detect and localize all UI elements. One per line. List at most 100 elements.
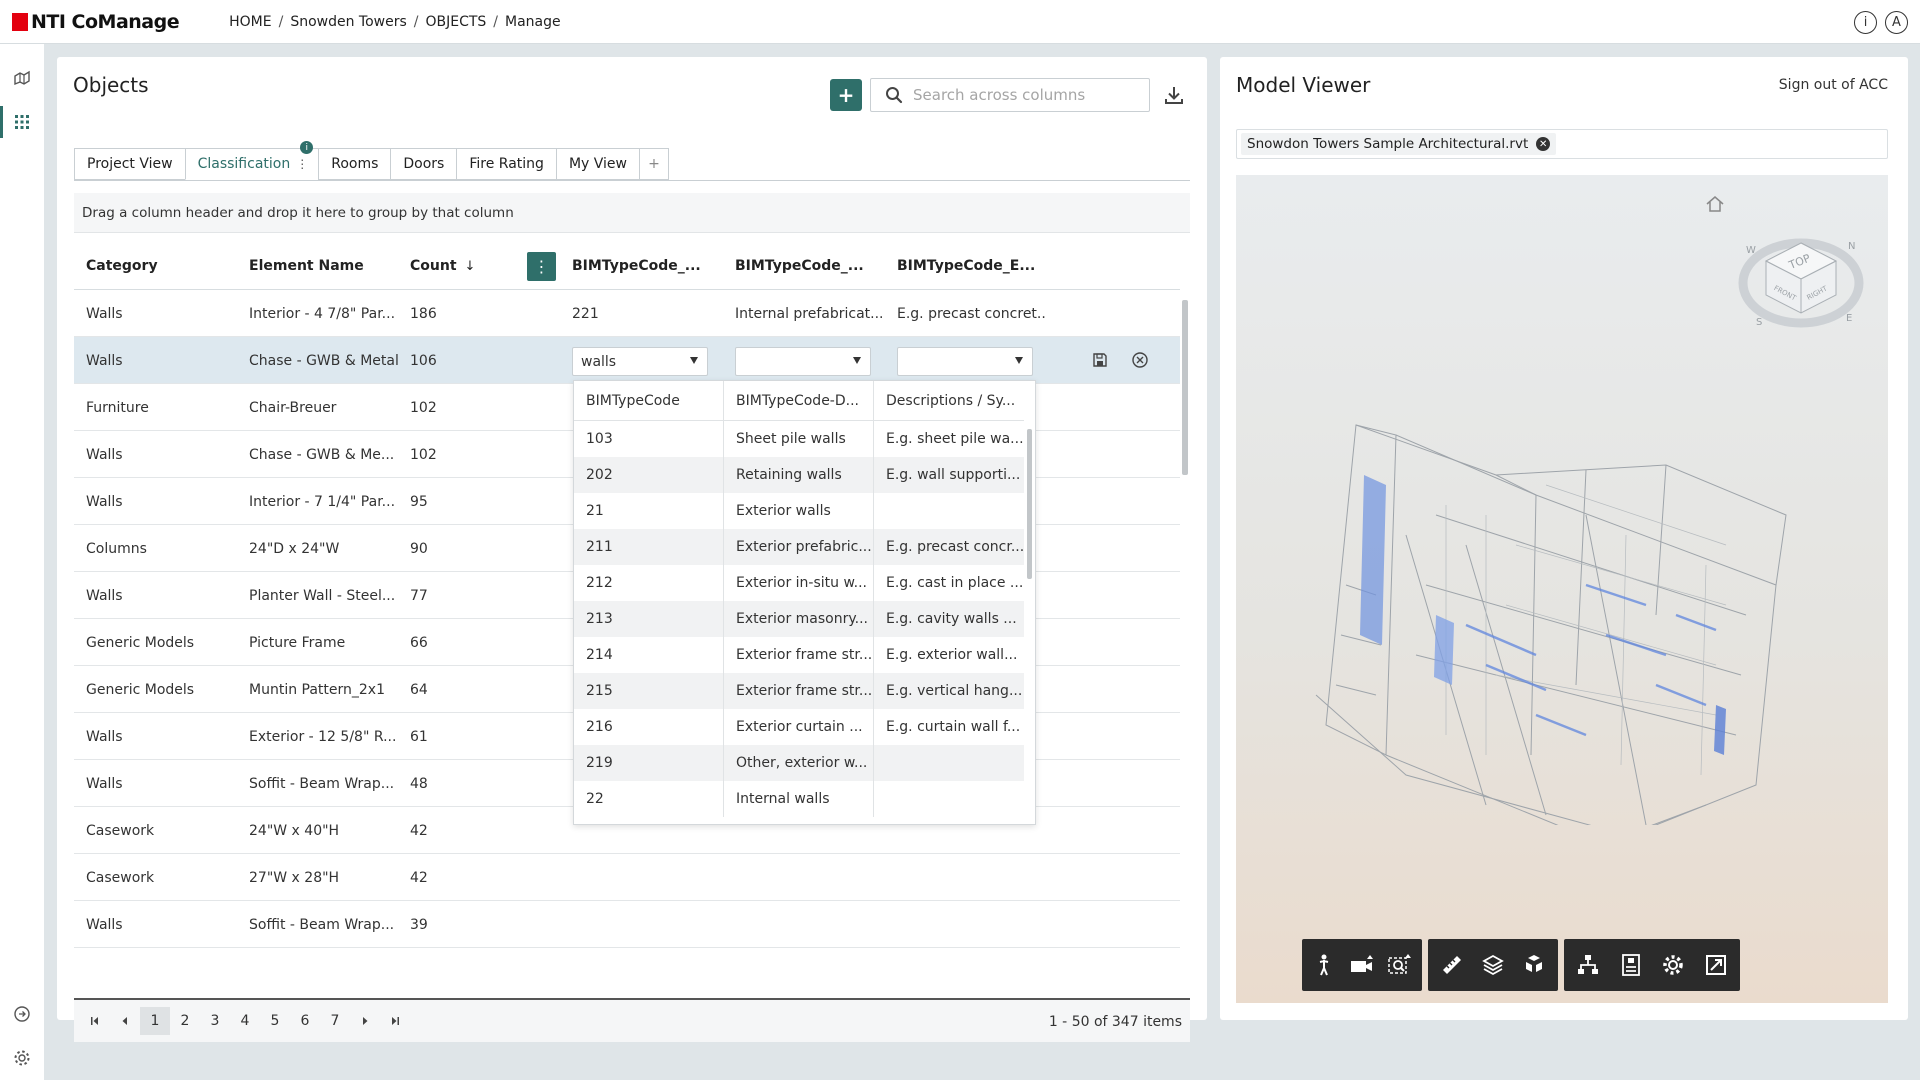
column-header-element-name[interactable]: Element Name	[249, 242, 364, 290]
settings-icon[interactable]	[0, 1038, 44, 1078]
tab-my-view[interactable]: My View	[555, 148, 639, 180]
app-logo[interactable]: NTI CoManage	[12, 11, 180, 33]
scrollbar-thumb[interactable]	[1027, 429, 1032, 579]
home-view-icon[interactable]	[1704, 193, 1726, 219]
dropdown-option-row[interactable]: 215 Exterior frame str... E.g. vertical ha…	[574, 673, 1024, 709]
cell-bimtypecode-description[interactable]: Internal prefabricat...	[735, 290, 885, 337]
column-header-bimtypecode[interactable]: BIMTypeCode_...	[572, 242, 701, 290]
column-header-count[interactable]: Count ↓	[410, 242, 475, 290]
layers-icon[interactable]	[1477, 945, 1508, 985]
toolbar-group-3	[1564, 939, 1740, 991]
dropdown-option-row[interactable]: 214 Exterior frame str... E.g. exterior wa…	[574, 637, 1024, 673]
page-7-button[interactable]: 7	[320, 1007, 350, 1035]
zoom-fit-icon[interactable]	[1386, 945, 1414, 985]
play-circle-icon[interactable]	[0, 994, 44, 1034]
objects-panel: Objects + Project View Classification ⋮ …	[57, 57, 1207, 1042]
table-row[interactable]: Casework 27"W x 28"H 42	[74, 854, 1180, 901]
breadcrumb-objects[interactable]: OBJECTS	[425, 14, 486, 30]
toolbar-group-2	[1428, 939, 1558, 991]
download-icon[interactable]	[1160, 81, 1188, 109]
dropdown-option-row[interactable]: 213 Exterior masonry... E.g. cavity walls …	[574, 601, 1024, 637]
info-icon[interactable]: i	[1854, 11, 1877, 34]
add-tab-button[interactable]: +	[638, 148, 669, 180]
account-icon[interactable]: A	[1885, 11, 1908, 34]
tab-classification[interactable]: Classification ⋮ i	[184, 141, 319, 180]
bimtypecode-combobox[interactable]: walls	[572, 347, 708, 376]
dropdown-option-row[interactable]: 216 Exterior curtain ... E.g. curtain wall…	[574, 709, 1024, 745]
dropdown-option-row[interactable]: 212 Exterior in-situ w... E.g. cast in pla…	[574, 565, 1024, 601]
breadcrumb-project[interactable]: Snowden Towers	[290, 14, 406, 30]
cell-category: Walls	[86, 446, 123, 463]
column-header-category[interactable]: Category	[86, 242, 158, 290]
next-page-icon[interactable]	[350, 1007, 380, 1035]
grid-scrollbar[interactable]	[1181, 290, 1189, 990]
caret-down-icon[interactable]	[1015, 357, 1023, 364]
dropdown-option-row[interactable]: 22 Internal walls	[574, 781, 1024, 817]
search-input[interactable]	[913, 86, 1133, 104]
dropdown-option-row[interactable]: 202 Retaining walls E.g. wall supporti...	[574, 457, 1024, 493]
table-row[interactable]: Walls Soffit - Beam Wrap... 39	[74, 901, 1180, 948]
group-by-drop-zone[interactable]: Drag a column header and drop it here to…	[74, 193, 1190, 233]
remove-model-icon[interactable]: ✕	[1536, 137, 1551, 151]
page-1-button[interactable]: 1	[140, 1007, 170, 1035]
home-map-icon[interactable]	[0, 58, 44, 98]
tab-fire-rating[interactable]: Fire Rating	[456, 148, 556, 180]
caret-down-icon[interactable]	[853, 357, 861, 364]
fullscreen-icon[interactable]	[1700, 945, 1733, 985]
cancel-icon[interactable]	[1129, 349, 1151, 371]
camera-icon[interactable]	[1348, 945, 1376, 985]
caret-down-icon[interactable]	[690, 357, 698, 364]
last-page-icon[interactable]	[380, 1007, 410, 1035]
walk-person-icon[interactable]	[1310, 945, 1338, 985]
page-6-button[interactable]: 6	[290, 1007, 320, 1035]
properties-icon[interactable]	[1615, 945, 1648, 985]
page-4-button[interactable]: 4	[230, 1007, 260, 1035]
dropdown-scrollbar[interactable]	[1026, 421, 1034, 811]
dropdown-option-desc: Exterior frame str...	[724, 673, 874, 709]
dropdown-option-syn: E.g. cavity walls ...	[886, 611, 1017, 627]
cell-count: 48	[410, 775, 428, 792]
table-row-editing[interactable]: Walls Chase - GWB & Metal S 106 walls	[74, 337, 1180, 384]
cell-element-name: Soffit - Beam Wrap...	[249, 916, 395, 933]
breadcrumb-home[interactable]: HOME	[229, 14, 271, 30]
tab-project-view[interactable]: Project View	[74, 148, 185, 180]
dropdown-option-row[interactable]: 219 Other, exterior w...	[574, 745, 1024, 781]
cell-bimtypecode-examples[interactable]: E.g. precast concret...	[897, 290, 1047, 337]
dropdown-option-row[interactable]: 21 Exterior walls	[574, 493, 1024, 529]
measure-ruler-icon[interactable]	[1436, 945, 1467, 985]
first-page-icon[interactable]	[80, 1007, 110, 1035]
tab-doors[interactable]: Doors	[390, 148, 457, 180]
dropdown-column-header: BIMTypeCode	[574, 381, 724, 421]
page-2-button[interactable]: 2	[170, 1007, 200, 1035]
page-3-button[interactable]: 3	[200, 1007, 230, 1035]
prev-page-icon[interactable]	[110, 1007, 140, 1035]
explode-model-icon[interactable]	[1519, 945, 1550, 985]
scrollbar-thumb[interactable]	[1182, 300, 1188, 475]
page-5-button[interactable]: 5	[260, 1007, 290, 1035]
tab-label: Project View	[87, 156, 173, 172]
apps-grid-icon[interactable]	[0, 102, 44, 142]
sign-out-link[interactable]: Sign out of ACC	[1779, 77, 1888, 93]
toolbar-group-1	[1302, 939, 1422, 991]
column-menu-button[interactable]: ⋮	[527, 252, 556, 281]
cell-bimtypecode[interactable]: 221	[572, 290, 722, 337]
save-icon[interactable]	[1089, 349, 1111, 371]
cell-element-name: Planter Wall - Steel...	[249, 587, 396, 604]
cell-element-name: 27"W x 28"H	[249, 869, 340, 886]
settings-gear-icon[interactable]	[1657, 945, 1690, 985]
add-object-button[interactable]: +	[830, 79, 862, 111]
model-selector[interactable]: Snowdon Towers Sample Architectural.rvt …	[1236, 129, 1888, 159]
dropdown-option-row[interactable]: 103 Sheet pile walls E.g. sheet pile wa...	[574, 421, 1024, 457]
tab-menu-icon[interactable]: ⋮	[296, 157, 308, 171]
dropdown-option-row[interactable]: 211 Exterior prefabric... E.g. precast con…	[574, 529, 1024, 565]
tab-rooms[interactable]: Rooms	[318, 148, 391, 180]
bimtypecode-description-combobox[interactable]	[735, 347, 871, 376]
model-file-name: Snowdon Towers Sample Architectural.rvt	[1247, 136, 1529, 152]
bimtypecode-examples-combobox[interactable]	[897, 347, 1033, 376]
model-tree-icon[interactable]	[1572, 945, 1605, 985]
column-header-bimtypecode-description[interactable]: BIMTypeCode_...	[735, 242, 864, 290]
column-header-bimtypecode-examples[interactable]: BIMTypeCode_E...	[897, 242, 1035, 290]
cell-count: 39	[410, 916, 428, 933]
table-row[interactable]: Walls Interior - 4 7/8" Par... 186 221 I…	[74, 290, 1180, 337]
3d-viewport[interactable]: TOP FRONT RIGHT N W S E	[1236, 175, 1888, 1003]
